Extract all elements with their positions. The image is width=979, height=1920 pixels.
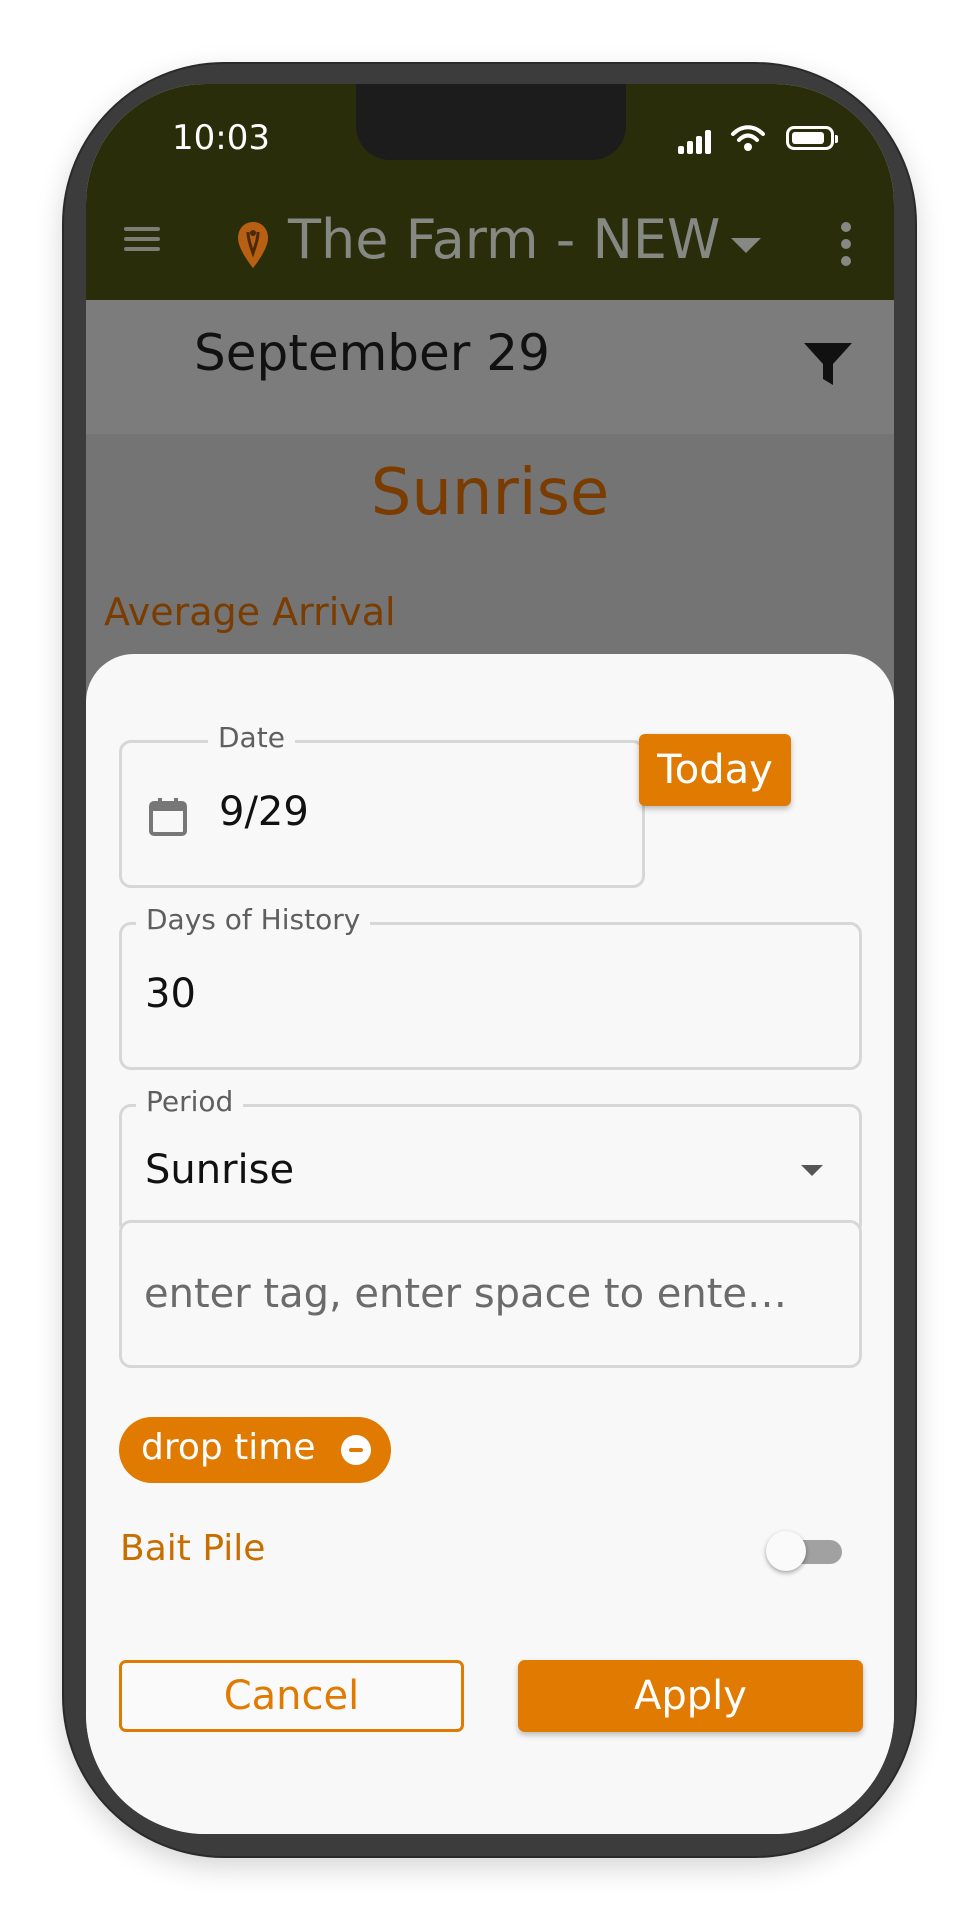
wifi-icon bbox=[731, 125, 765, 151]
location-pin-icon bbox=[238, 222, 268, 268]
app-screen: 10:03 The Farm - NEW September 29 Sunris… bbox=[86, 84, 894, 1834]
dropdown-caret-icon bbox=[801, 1165, 823, 1176]
more-vertical-icon[interactable] bbox=[839, 222, 853, 266]
days-of-history-label: Days of History bbox=[136, 903, 371, 936]
toggle-thumb bbox=[766, 1531, 806, 1571]
days-of-history-field[interactable]: Days of History 30 bbox=[119, 903, 862, 1070]
days-of-history-value: 30 bbox=[145, 971, 196, 1017]
menu-icon[interactable] bbox=[124, 224, 164, 254]
app-top-bar: 10:03 The Farm - NEW bbox=[86, 84, 894, 300]
remove-icon[interactable] bbox=[341, 1435, 371, 1465]
tag-input[interactable] bbox=[119, 1220, 862, 1368]
date-field[interactable]: Date 9/29 bbox=[119, 721, 645, 888]
apply-button[interactable]: Apply bbox=[518, 1660, 863, 1732]
calendar-icon bbox=[149, 798, 187, 836]
selected-date-title: September 29 bbox=[194, 324, 550, 382]
period-selected-value: Sunrise bbox=[145, 1147, 295, 1193]
phone-mockup: 10:03 The Farm - NEW September 29 Sunris… bbox=[0, 0, 979, 1920]
battery-icon bbox=[786, 126, 838, 150]
date-field-label: Date bbox=[208, 721, 295, 754]
date-value: 9/29 bbox=[219, 789, 309, 835]
period-label: Period bbox=[136, 1085, 244, 1118]
period-select[interactable]: Period Sunrise bbox=[119, 1085, 862, 1236]
cellular-signal-icon bbox=[678, 130, 716, 154]
chevron-down-icon[interactable] bbox=[731, 238, 761, 253]
filter-icon[interactable] bbox=[801, 340, 855, 388]
status-time: 10:03 bbox=[172, 118, 270, 158]
bait-pile-label: Bait Pile bbox=[120, 1528, 266, 1569]
tag-chip-label: drop time bbox=[141, 1427, 316, 1468]
cancel-button[interactable]: Cancel bbox=[119, 1660, 464, 1732]
location-title[interactable]: The Farm - NEW bbox=[288, 208, 720, 271]
average-arrival-heading: Average Arrival bbox=[104, 590, 396, 634]
phone-notch bbox=[356, 84, 626, 160]
tag-chip[interactable]: drop time bbox=[119, 1417, 391, 1483]
today-button[interactable]: Today bbox=[639, 734, 791, 806]
period-heading: Sunrise bbox=[370, 456, 610, 530]
bait-pile-toggle[interactable] bbox=[766, 1531, 848, 1571]
